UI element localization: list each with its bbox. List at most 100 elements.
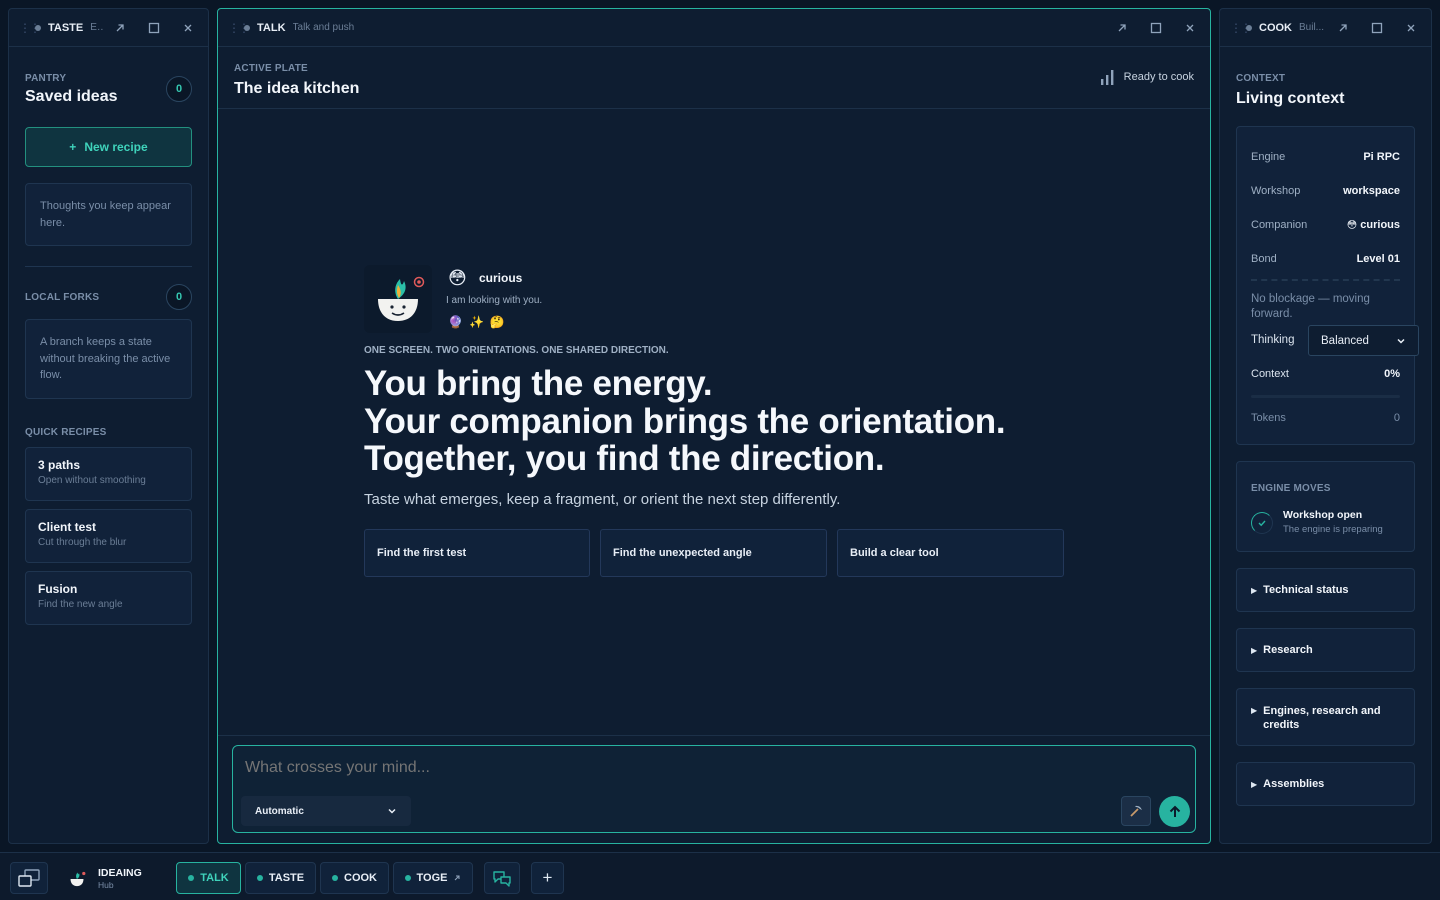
section-label: Assemblies [1263, 778, 1325, 790]
maximize-icon[interactable] [1367, 18, 1387, 38]
bottom-taskbar: IDEAING Hub TALK TASTE COOK TOGE + [0, 852, 1440, 900]
recipe-subtitle: Open without smoothing [38, 475, 146, 486]
context-card: Engine Pi RPC Workshop workspace Compani… [1236, 126, 1419, 445]
companion-pot-icon [378, 276, 425, 321]
engine-key: Engine [1251, 151, 1286, 163]
suggestion-clear-tool[interactable]: Build a clear tool [837, 529, 1064, 577]
thinking-select[interactable]: Balanced [1308, 325, 1419, 356]
panel-subtitle: E... [90, 22, 105, 33]
quick-recipes-label: QUICK RECIPES [25, 427, 107, 438]
message-input[interactable] [245, 756, 1145, 780]
sparkles-icon: ✨ [468, 315, 484, 329]
panel-title: TALK [257, 21, 286, 34]
hero-line-3: Together, you find the direction. [364, 439, 885, 478]
engine-moves-card: ENGINE MOVES Workshop open The engine is… [1236, 461, 1415, 552]
tab-cook[interactable]: COOK [320, 862, 389, 894]
popout-icon[interactable] [110, 18, 130, 38]
plus-icon: + [542, 868, 553, 887]
suggestion-unexpected-angle[interactable]: Find the unexpected angle [600, 529, 827, 577]
add-panel-button[interactable]: + [531, 862, 564, 894]
recipe-subtitle: Cut through the blur [38, 537, 127, 548]
hero-headline: You bring the energy. Your companion bri… [364, 364, 1006, 478]
tab-talk[interactable]: TALK [176, 862, 241, 894]
close-icon[interactable] [1401, 18, 1421, 38]
composer-divider [218, 735, 1210, 736]
assemblies-toggle[interactable]: ▶ Assemblies [1236, 762, 1415, 806]
tab-status-dot [404, 875, 411, 881]
pickaxe-icon [1130, 805, 1142, 817]
talk-panel-header[interactable]: ⋮⋮ TALK Talk and push [218, 9, 1210, 47]
recipe-title: Fusion [38, 582, 78, 596]
new-recipe-button[interactable]: + New recipe [25, 127, 192, 167]
mood-emoji: 😳 [448, 268, 467, 288]
tab-toge[interactable]: TOGE [393, 862, 473, 894]
crystal-ball-icon: 🔮 [448, 315, 463, 329]
companion-avatar[interactable] [364, 265, 432, 333]
section-label: Technical status [1263, 584, 1349, 596]
forks-hint-text: A branch keeps a state without breaking … [40, 336, 171, 381]
tab-label: TOGE [416, 872, 448, 884]
workshop-row: Workshop workspace [1251, 185, 1400, 197]
new-recipe-label: New recipe [84, 140, 148, 154]
drag-handle-icon[interactable]: ⋮⋮ [1230, 22, 1252, 34]
maximize-icon[interactable] [1146, 18, 1166, 38]
context-label: CONTEXT [1236, 73, 1286, 84]
engines-research-credits-toggle[interactable]: ▶ Engines, research and credits [1236, 688, 1415, 746]
tab-label: COOK [344, 872, 377, 884]
arrow-up-icon [1169, 805, 1180, 817]
forks-count-badge: 0 [166, 284, 192, 310]
drag-handle-icon[interactable]: ⋮⋮ [228, 22, 250, 34]
popout-icon[interactable] [1333, 18, 1353, 38]
panel-subtitle: Buil... [1299, 22, 1325, 33]
tab-taste[interactable]: TASTE [245, 862, 316, 894]
chat-bubbles-button[interactable] [484, 862, 520, 894]
maximize-icon[interactable] [144, 18, 164, 38]
companion-line: I am looking with you. [446, 295, 543, 306]
brand[interactable]: IDEAING Hub [66, 862, 156, 894]
taste-panel-header[interactable]: ⋮⋮ TASTE E... [9, 9, 208, 47]
tokens-value: 0 [1393, 412, 1400, 424]
bond-progress-dashes [1251, 279, 1400, 281]
popout-icon[interactable] [1112, 18, 1132, 38]
workshop-spinner-icon [1251, 512, 1273, 534]
companion-badges: 🔮 ✨ 🤔 [448, 315, 505, 329]
chat-bubbles-icon [493, 871, 511, 887]
context-value: 0% [1384, 368, 1400, 380]
divider [25, 266, 192, 267]
recipe-title: 3 paths [38, 458, 81, 472]
thinking-face-icon: 🤔 [489, 315, 505, 329]
close-icon[interactable] [1180, 18, 1200, 38]
workshop-key: Workshop [1251, 185, 1301, 197]
quick-recipe-client-test[interactable]: Client test Cut through the blur [25, 509, 192, 563]
section-label: Engines, research and credits [1263, 705, 1381, 731]
engine-move-sub: The engine is preparing [1283, 524, 1383, 535]
quick-recipe-3-paths[interactable]: 3 paths Open without smoothing [25, 447, 192, 501]
panel-subtitle: Talk and push [292, 22, 355, 33]
tool-button[interactable] [1121, 796, 1151, 826]
engine-moves-label: ENGINE MOVES [1251, 483, 1331, 494]
ready-status: Ready to cook [1100, 69, 1194, 85]
send-button[interactable] [1159, 796, 1190, 827]
hero-eyebrow: ONE SCREEN. TWO ORIENTATIONS. ONE SHARED… [364, 345, 669, 356]
panel-status-dot [1246, 24, 1252, 31]
workshop-value: workspace [1343, 185, 1400, 197]
close-icon[interactable] [178, 18, 198, 38]
companion-mood: curious [479, 271, 523, 285]
companion-value-text: curious [1360, 219, 1400, 231]
panel-title: COOK [1259, 21, 1292, 34]
ready-status-text: Ready to cook [1123, 71, 1194, 83]
hero-line-1: You bring the energy. [364, 364, 713, 403]
workspace-switch-button[interactable] [10, 862, 48, 894]
quick-recipe-fusion[interactable]: Fusion Find the new angle [25, 571, 192, 625]
research-toggle[interactable]: ▶ Research [1236, 628, 1415, 672]
mode-select[interactable]: Automatic [241, 796, 411, 826]
suggestion-first-test[interactable]: Find the first test [364, 529, 590, 577]
companion-key: Companion [1251, 219, 1308, 231]
composer: Automatic [232, 745, 1196, 833]
cook-panel-header[interactable]: ⋮⋮ COOK Buil... [1220, 9, 1431, 47]
tab-status-dot [256, 875, 263, 881]
drag-handle-icon[interactable]: ⋮⋮ [19, 22, 41, 34]
plate-title: The idea kitchen [234, 80, 360, 97]
technical-status-toggle[interactable]: ▶ Technical status [1236, 568, 1415, 612]
forks-hint: A branch keeps a state without breaking … [25, 319, 192, 399]
